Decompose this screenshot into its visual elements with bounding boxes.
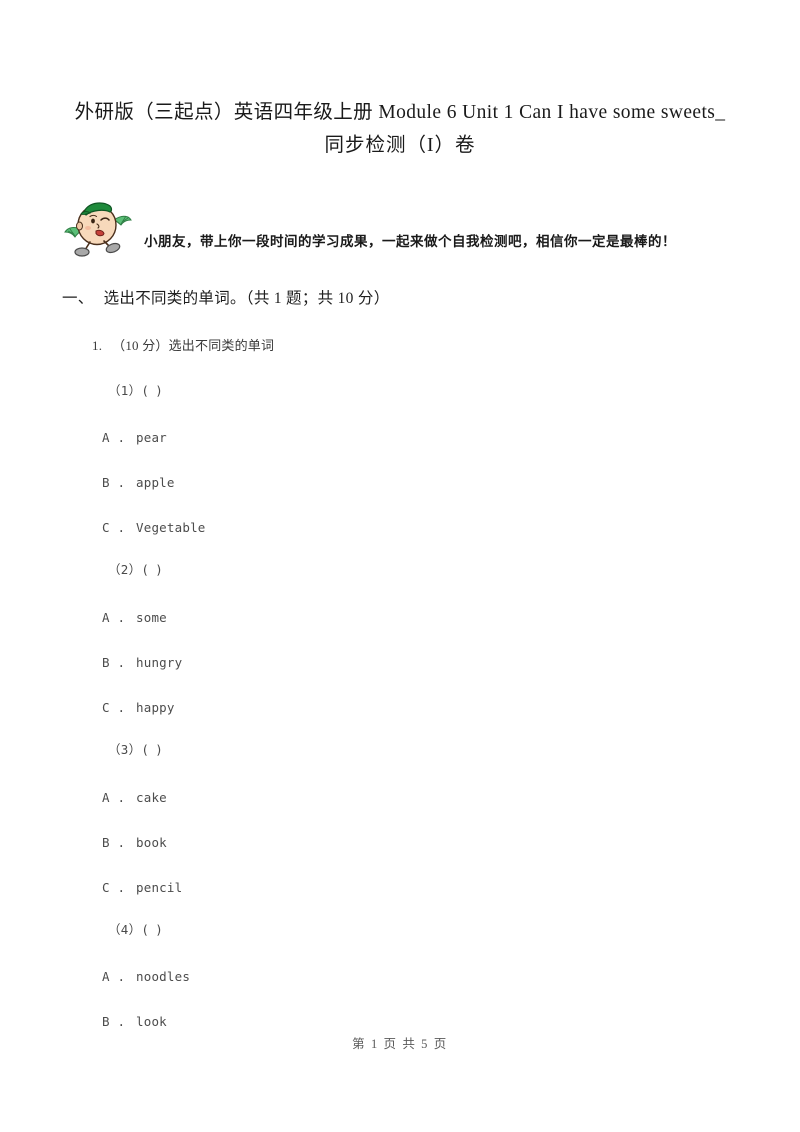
option-letter: C . xyxy=(102,880,126,895)
page-footer: 第 1 页 共 5 页 xyxy=(352,1037,448,1051)
option-row[interactable]: B . apple xyxy=(102,474,175,492)
option-text: book xyxy=(136,835,167,850)
intro-banner: 小朋友，带上你一段时间的学习成果，一起来做个自我检测吧，相信你一定是最棒的！ xyxy=(60,196,750,262)
subquestion-label-3: （3）() xyxy=(108,741,163,759)
option-row[interactable]: C . pencil xyxy=(102,879,182,897)
option-text: pear xyxy=(136,430,167,445)
option-row[interactable]: B . book xyxy=(102,834,167,852)
answer-blank-4[interactable]: ) xyxy=(155,921,163,939)
option-letter: B . xyxy=(102,1014,126,1029)
option-text: apple xyxy=(136,475,175,490)
question-stem-text: （10 分）选出不同类的单词 xyxy=(112,338,275,353)
option-text: cake xyxy=(136,790,167,805)
subquestion-index-3: （3）( xyxy=(108,742,150,757)
option-letter: C . xyxy=(102,700,126,715)
option-letter: B . xyxy=(102,475,126,490)
answer-blank-3[interactable]: ) xyxy=(155,741,163,759)
subquestion-index-2: （2）( xyxy=(108,562,150,577)
subquestion-index-1: （1）( xyxy=(108,383,150,398)
option-row[interactable]: B . look xyxy=(102,1013,167,1031)
option-row[interactable]: A . noodles xyxy=(102,968,190,986)
option-text: pencil xyxy=(136,880,183,895)
document-page: 外研版（三起点）英语四年级上册 Module 6 Unit 1 Can I ha… xyxy=(0,0,800,1132)
option-row[interactable]: A . some xyxy=(102,609,167,627)
page-title: 外研版（三起点）英语四年级上册 Module 6 Unit 1 Can I ha… xyxy=(62,96,738,162)
option-letter: A . xyxy=(102,430,126,445)
option-text: happy xyxy=(136,700,175,715)
option-text: hungry xyxy=(136,655,183,670)
section-title: 选出不同类的单词。（共 1 题；共 10 分） xyxy=(103,290,390,307)
section-heading: 一、 选出不同类的单词。（共 1 题；共 10 分） xyxy=(62,288,390,310)
page-title-line-1: 外研版（三起点）英语四年级上册 Module 6 Unit 1 Can I ha… xyxy=(74,102,726,123)
option-text: Vegetable xyxy=(136,520,206,535)
subquestion-label-1: （1）() xyxy=(108,382,163,400)
option-row[interactable]: C . happy xyxy=(102,699,175,717)
option-letter: A . xyxy=(102,610,126,625)
option-row[interactable]: C . Vegetable xyxy=(102,519,206,537)
intro-text: 小朋友，带上你一段时间的学习成果，一起来做个自我检测吧，相信你一定是最棒的！ xyxy=(144,234,676,250)
answer-blank-2[interactable]: ) xyxy=(155,561,163,579)
subquestion-label-2: （2）() xyxy=(108,561,163,579)
option-letter: B . xyxy=(102,835,126,850)
subquestion-label-4: （4）() xyxy=(108,921,163,939)
option-letter: C . xyxy=(102,520,126,535)
option-letter: A . xyxy=(102,790,126,805)
option-text: some xyxy=(136,610,167,625)
option-row[interactable]: A . pear xyxy=(102,429,167,447)
option-row[interactable]: B . hungry xyxy=(102,654,182,672)
section-index: 一、 xyxy=(62,290,94,307)
option-letter: B . xyxy=(102,655,126,670)
option-text: noodles xyxy=(136,969,191,984)
question-number: 1. xyxy=(92,338,103,353)
option-letter: A . xyxy=(102,969,126,984)
option-text: look xyxy=(136,1014,167,1029)
question-stem: 1. （10 分）选出不同类的单词 xyxy=(92,336,274,356)
option-row[interactable]: A . cake xyxy=(102,789,167,807)
cartoon-mascot-icon xyxy=(62,196,134,260)
subquestion-index-4: （4）( xyxy=(108,922,150,937)
answer-blank-1[interactable]: ) xyxy=(155,382,163,400)
page-title-line-2: 同步检测（I）卷 xyxy=(324,135,476,156)
